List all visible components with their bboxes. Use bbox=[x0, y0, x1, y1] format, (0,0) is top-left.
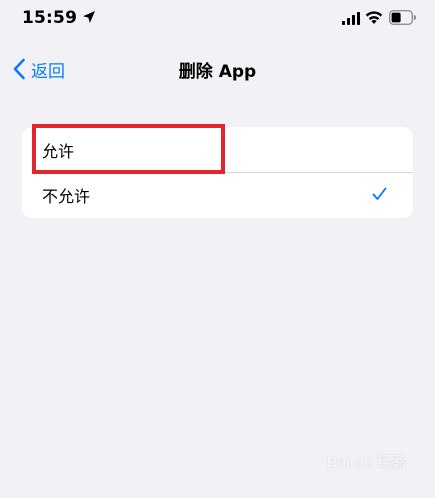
option-allow[interactable]: 允许 bbox=[22, 127, 413, 172]
page-title: 删除 App bbox=[178, 62, 257, 82]
option-label: 允许 bbox=[42, 141, 75, 161]
screen: 15:59 返回 删除 App 允许 不允许 Bai du 经验 bbox=[0, 0, 435, 498]
status-time: 15:59 bbox=[22, 8, 78, 28]
row-divider bbox=[42, 172, 413, 173]
wifi-icon bbox=[365, 11, 383, 24]
battery-icon bbox=[389, 10, 416, 25]
checkmark-icon bbox=[372, 187, 387, 200]
signal-icon bbox=[342, 12, 360, 25]
status-bar: 15:59 bbox=[0, 0, 435, 40]
location-arrow-icon bbox=[83, 11, 95, 23]
watermark: Bai du 经验 bbox=[326, 454, 407, 471]
option-list: 允许 不允许 bbox=[22, 127, 413, 218]
option-label: 不允许 bbox=[42, 187, 91, 206]
option-disallow[interactable]: 不允许 bbox=[22, 172, 413, 218]
